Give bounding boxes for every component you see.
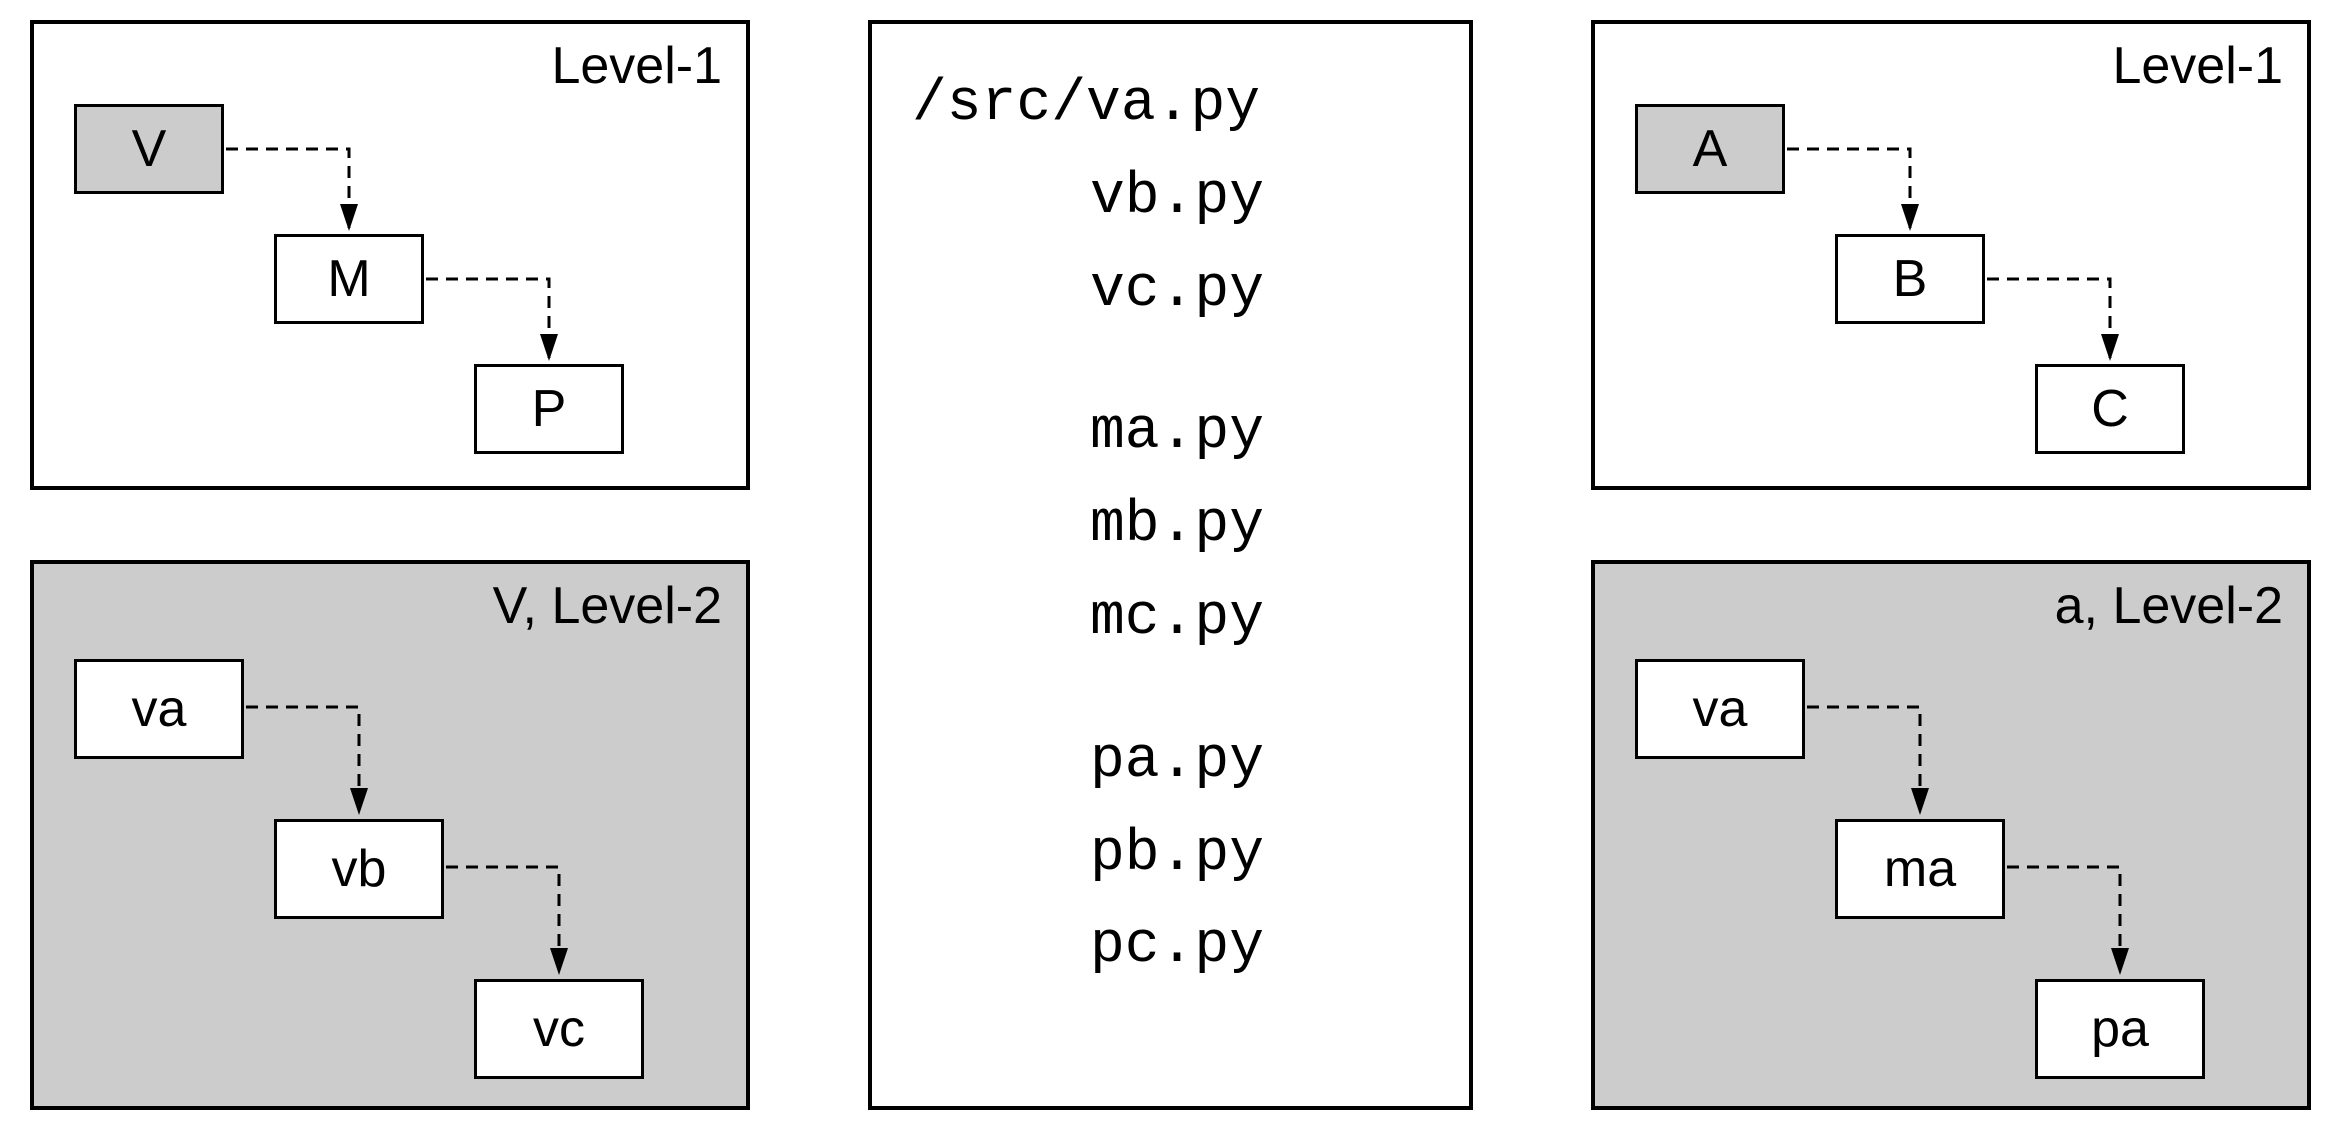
left-level2-panel: V, Level-2 va vb vc — [30, 560, 750, 1110]
node-c: C — [2035, 364, 2185, 454]
file-line-pb: pb.py — [912, 809, 1429, 902]
node-b: B — [1835, 234, 1985, 324]
file-line-mc: mc.py — [912, 573, 1429, 666]
node-m: M — [274, 234, 424, 324]
left-level1-panel: Level-1 V M P — [30, 20, 750, 490]
file-line-vb: vb.py — [912, 152, 1429, 245]
node-pa-right: pa — [2035, 979, 2205, 1079]
left-level1-title: Level-1 — [551, 36, 722, 96]
node-vb: vb — [274, 819, 444, 919]
file-line-va: /src/va.py — [912, 59, 1429, 152]
right-level2-panel: a, Level-2 va ma pa — [1591, 560, 2311, 1110]
file-line-mb: mb.py — [912, 480, 1429, 573]
node-va: va — [74, 659, 244, 759]
file-line-pa: pa.py — [912, 716, 1429, 809]
file-line-ma: ma.py — [912, 387, 1429, 480]
right-level1-title: Level-1 — [2112, 36, 2283, 96]
right-level1-panel: Level-1 A B C — [1591, 20, 2311, 490]
node-va-right: va — [1635, 659, 1805, 759]
node-a: A — [1635, 104, 1785, 194]
node-ma-right: ma — [1835, 819, 2005, 919]
file-line-pc: pc.py — [912, 901, 1429, 994]
node-vc: vc — [474, 979, 644, 1079]
left-level2-title: V, Level-2 — [493, 576, 722, 636]
node-v: V — [74, 104, 224, 194]
node-p: P — [474, 364, 624, 454]
file-line-vc: vc.py — [912, 245, 1429, 338]
right-level2-title: a, Level-2 — [2055, 576, 2283, 636]
center-file-panel: /src/va.py vb.py vc.py ma.py mb.py mc.py… — [868, 20, 1473, 1110]
